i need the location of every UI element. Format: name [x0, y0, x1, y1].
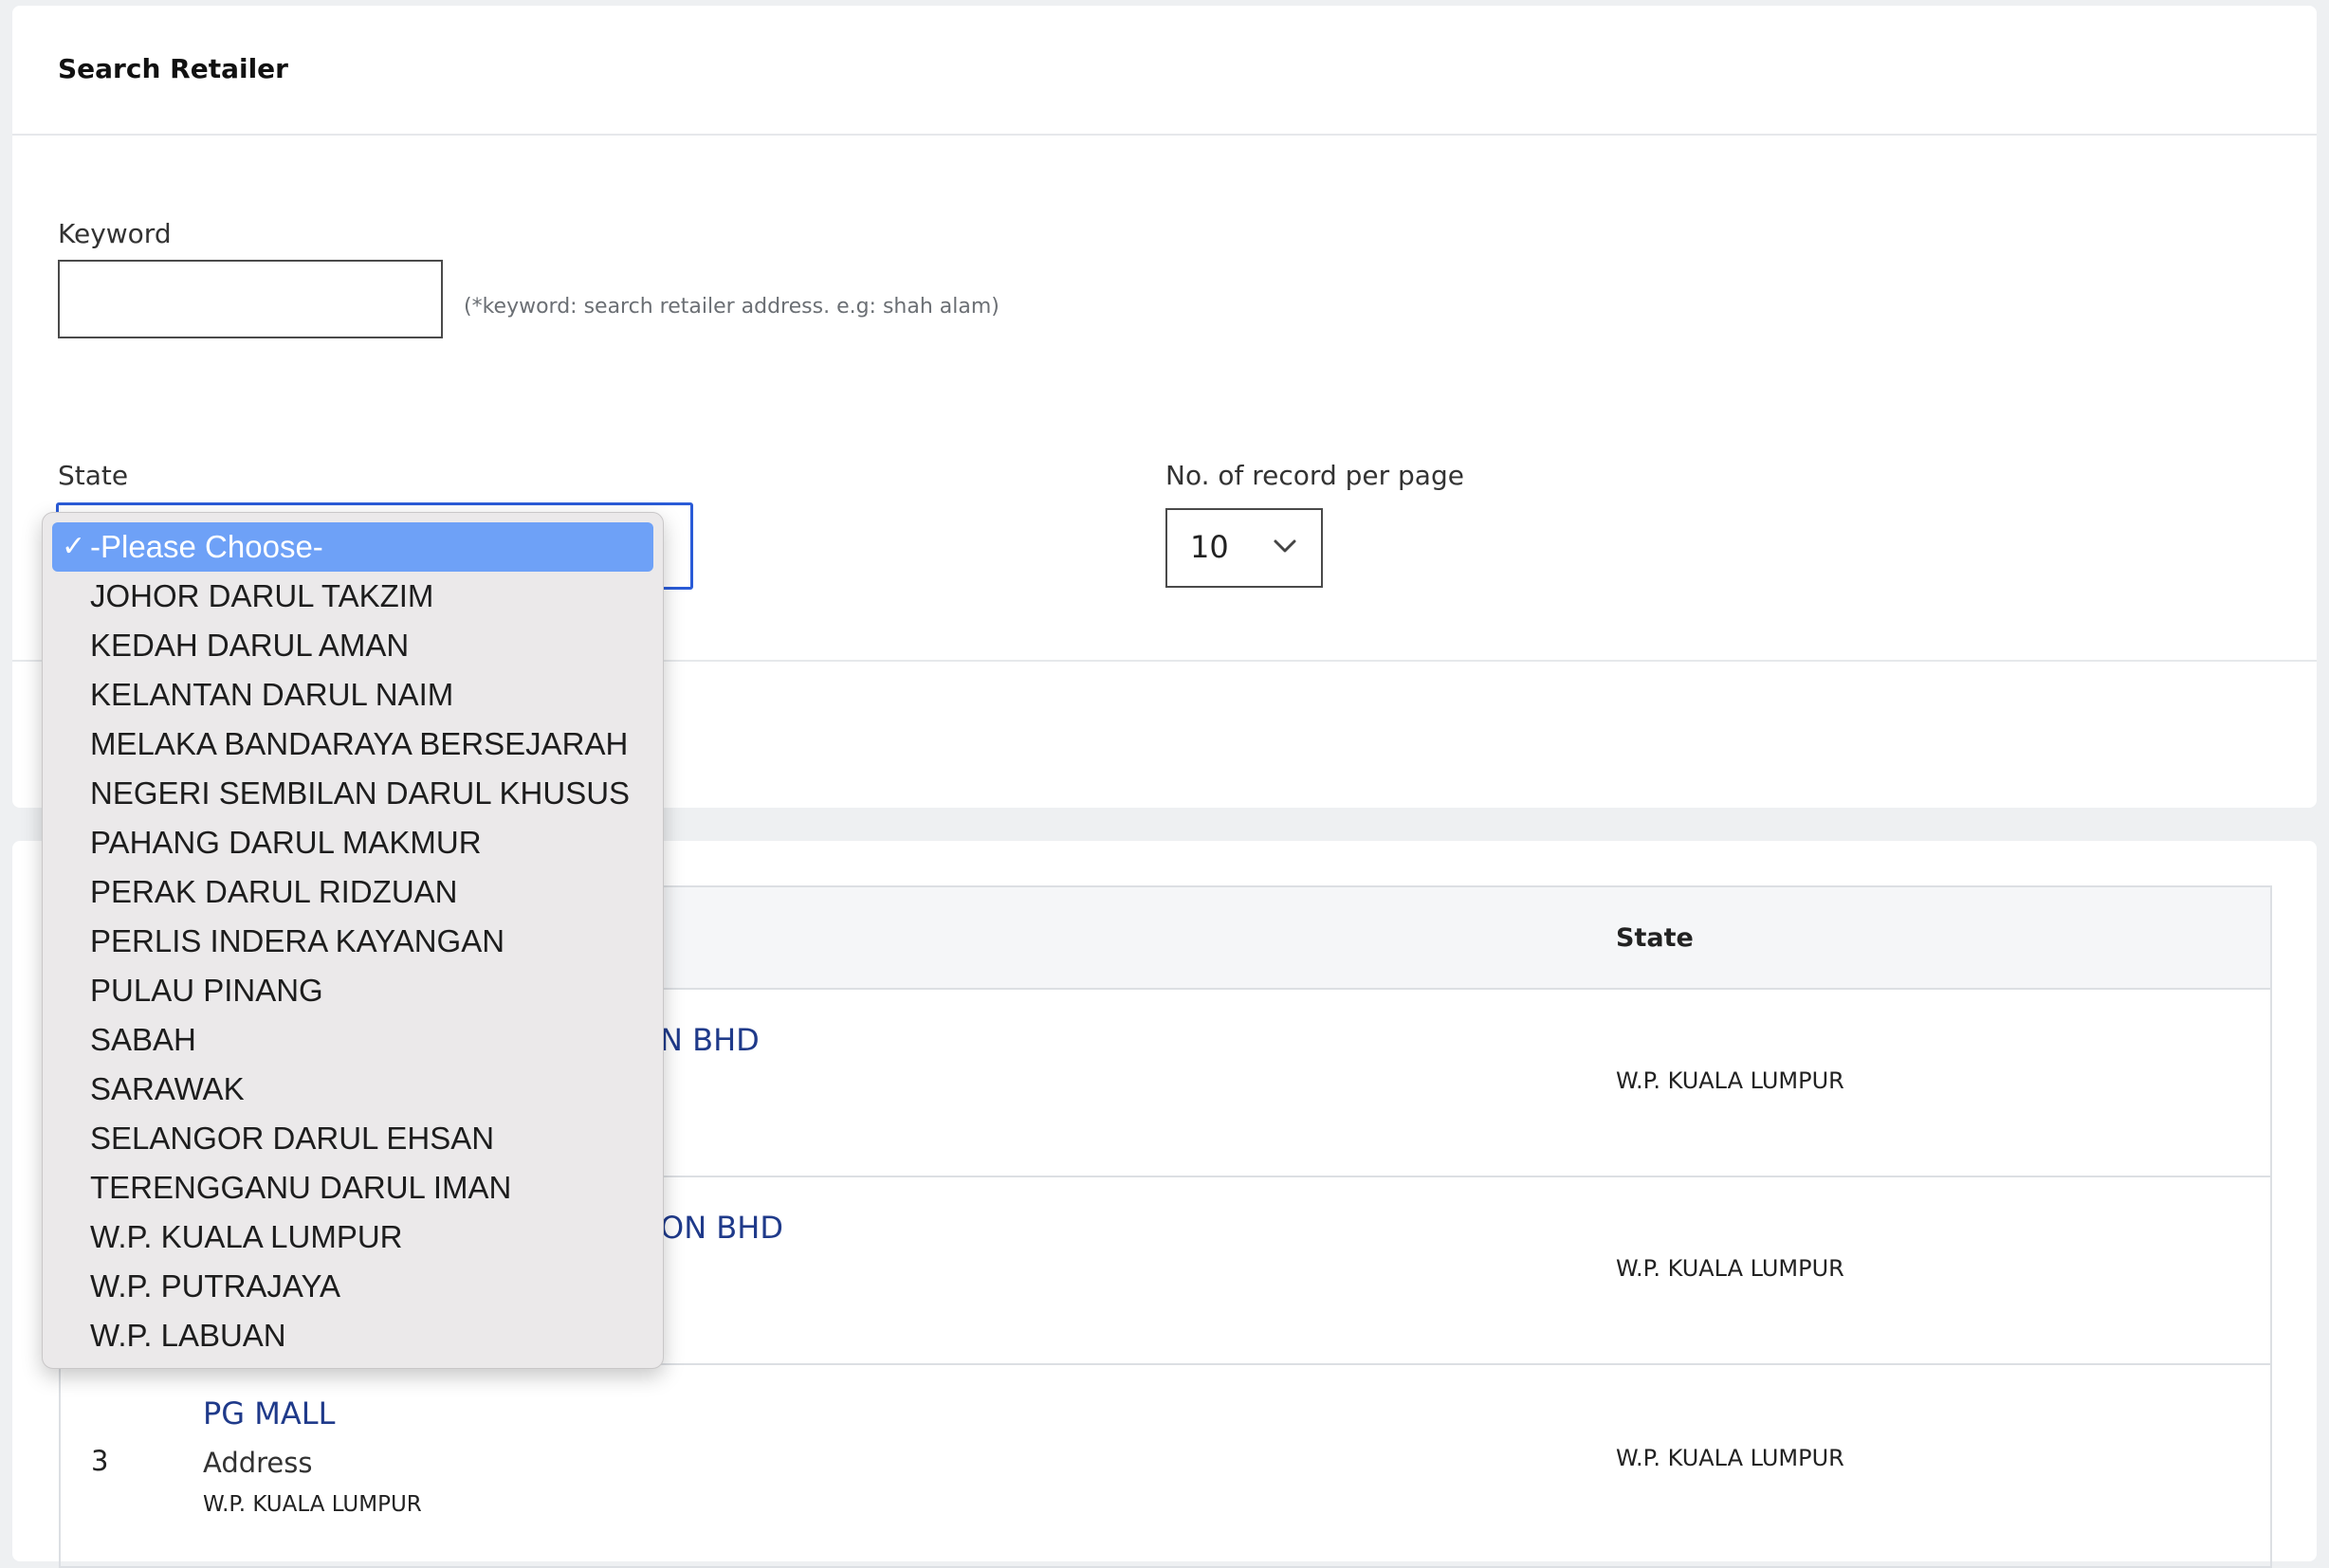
- state-option-kuala-lumpur[interactable]: W.P. KUALA LUMPUR: [52, 1212, 653, 1262]
- page-title: Search Retailer: [58, 53, 288, 84]
- keyword-hint: (*keyword: search retailer address. e.g:…: [464, 295, 999, 319]
- column-header-state: State: [1616, 923, 1694, 953]
- state-option-perak[interactable]: PERAK DARUL RIDZUAN: [52, 867, 653, 917]
- row-state: W.P. KUALA LUMPUR: [1616, 1255, 1844, 1282]
- retailer-name-link[interactable]: ON BHD: [660, 1210, 783, 1246]
- state-option-pahang[interactable]: PAHANG DARUL MAKMUR: [52, 818, 653, 867]
- state-option-selangor[interactable]: SELANGOR DARUL EHSAN: [52, 1114, 653, 1163]
- row-state: W.P. KUALA LUMPUR: [1616, 1067, 1844, 1094]
- state-option-sabah[interactable]: SABAH: [52, 1015, 653, 1065]
- state-option-please-choose[interactable]: ✓ -Please Choose-: [52, 522, 653, 572]
- table-row: 3 PG MALL Address W.P. KUALA LUMPUR W.P.…: [61, 1363, 2270, 1551]
- keyword-input[interactable]: [58, 260, 443, 338]
- state-option-negeri-sembilan[interactable]: NEGERI SEMBILAN DARUL KHUSUS: [52, 769, 653, 818]
- search-card-header: Search Retailer: [12, 6, 2317, 136]
- retailer-name-link[interactable]: PG MALL: [203, 1395, 335, 1431]
- state-option-putrajaya[interactable]: W.P. PUTRAJAYA: [52, 1262, 653, 1311]
- address-label: Address: [203, 1447, 313, 1479]
- address-value: W.P. KUALA LUMPUR: [203, 1492, 422, 1517]
- chevron-down-icon: [1274, 539, 1296, 553]
- state-label: State: [58, 460, 129, 491]
- check-icon: ✓: [62, 531, 86, 562]
- state-option-pulau-pinang[interactable]: PULAU PINANG: [52, 966, 653, 1015]
- records-per-page-select[interactable]: 10: [1165, 508, 1323, 588]
- state-option-kedah[interactable]: KEDAH DARUL AMAN: [52, 621, 653, 670]
- state-option-sarawak[interactable]: SARAWAK: [52, 1065, 653, 1114]
- state-option-johor[interactable]: JOHOR DARUL TAKZIM: [52, 572, 653, 621]
- retailer-name-link[interactable]: N BHD: [660, 1022, 760, 1058]
- state-option-melaka[interactable]: MELAKA BANDARAYA BERSEJARAH: [52, 720, 653, 769]
- state-option-kelantan[interactable]: KELANTAN DARUL NAIM: [52, 670, 653, 720]
- state-dropdown-list: ✓ -Please Choose- JOHOR DARUL TAKZIM KED…: [42, 512, 664, 1369]
- state-option-perlis[interactable]: PERLIS INDERA KAYANGAN: [52, 917, 653, 966]
- records-per-page-value: 10: [1190, 529, 1229, 565]
- state-option-terengganu[interactable]: TERENGGANU DARUL IMAN: [52, 1163, 653, 1212]
- keyword-label: Keyword: [58, 218, 172, 249]
- records-per-page-label: No. of record per page: [1165, 460, 1464, 491]
- state-option-labuan[interactable]: W.P. LABUAN: [52, 1311, 653, 1360]
- row-state: W.P. KUALA LUMPUR: [1616, 1445, 1844, 1471]
- row-number: 3: [91, 1445, 109, 1477]
